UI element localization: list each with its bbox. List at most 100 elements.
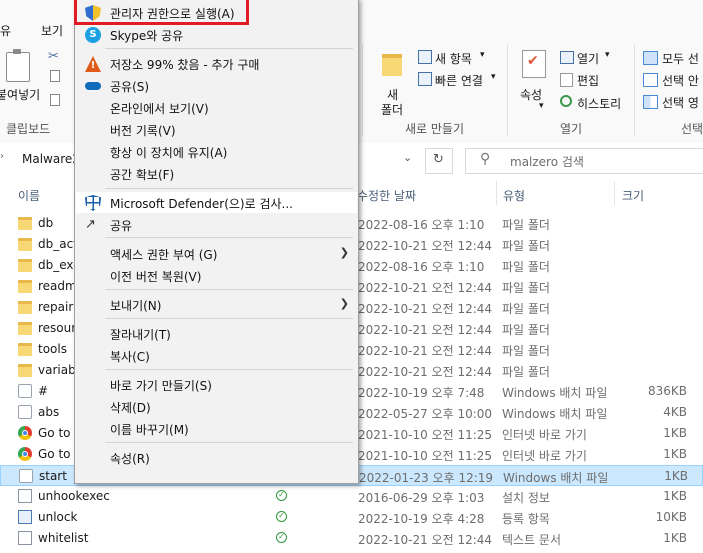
open-group-label: 열기 <box>560 122 583 136</box>
file-type: 파일 폴더 <box>502 365 550 379</box>
new-group-label: 새로 만들기 <box>405 122 465 136</box>
easy-access-button[interactable]: 빠른 연결 <box>435 72 483 89</box>
file-size: 4KB <box>663 405 687 419</box>
properties-icon[interactable]: ✔ <box>522 50 546 78</box>
refresh-icon: ↻ <box>433 152 444 167</box>
menu-item-send-to[interactable]: 보내기(N) ❯ <box>76 294 357 315</box>
invert-selection-button[interactable]: 선택 영 <box>662 94 699 111</box>
menu-label: 온라인에서 보기(V) <box>110 102 209 116</box>
file-row[interactable]: unhookexec ✓ 2016-06-29 오후 1:03 설치 정보 1KB <box>0 486 703 507</box>
edit-button[interactable]: 편집 <box>577 72 599 89</box>
easy-access-dropdown-icon[interactable]: ▾ <box>491 72 496 82</box>
file-date: 2022-10-21 오전 12:44 <box>358 239 493 253</box>
folder-icon <box>18 343 32 356</box>
menu-item-share[interactable]: ↗ 공유 <box>76 214 357 235</box>
column-divider[interactable] <box>614 181 615 205</box>
file-size: 836KB <box>647 384 687 398</box>
menu-item-onedrive-share[interactable]: 공유(S) <box>76 75 357 96</box>
new-item-dropdown-icon[interactable]: ▾ <box>480 50 485 60</box>
open-dropdown-icon[interactable]: ▾ <box>605 50 610 60</box>
menu-label: 공유(S) <box>110 80 150 94</box>
file-type: 등록 항목 <box>502 512 550 526</box>
new-folder-icon[interactable] <box>382 54 402 76</box>
menu-item-free-space[interactable]: 공간 확보(F) <box>76 163 357 184</box>
menu-item-properties[interactable]: 속성(R) <box>76 447 357 468</box>
breadcrumb[interactable]: Malware2 <box>22 152 80 166</box>
history-button[interactable]: 히스토리 <box>577 95 621 112</box>
file-name: start <box>39 469 67 483</box>
column-header-size[interactable]: 크기 <box>622 187 644 204</box>
breadcrumb-chevron-icon[interactable]: › <box>0 151 4 162</box>
file-date: 2022-10-19 오후 4:28 <box>358 512 485 526</box>
search-box[interactable]: ⚲ malzero 검색 <box>465 148 703 174</box>
file-name: db_act <box>38 237 78 251</box>
menu-label: 삭제(D) <box>110 401 151 415</box>
menu-item-defender-scan[interactable]: Microsoft Defender(으)로 검사... <box>76 192 357 213</box>
menu-item-keep-on-device[interactable]: 항상 이 장치에 유지(A) <box>76 141 357 162</box>
file-size: 1KB <box>663 489 687 503</box>
menu-separator <box>105 318 353 319</box>
doc-icon <box>18 489 32 503</box>
reg-icon <box>18 510 32 524</box>
paste-button[interactable]: 붙여넣기 <box>0 86 40 103</box>
select-group-label: 선택 <box>681 122 703 136</box>
address-history-dropdown-icon[interactable]: ⌄ <box>403 151 412 164</box>
open-button[interactable]: 열기 <box>577 50 599 67</box>
ribbon-divider <box>634 44 635 136</box>
menu-item-skype-share[interactable]: S Skype와 공유 <box>76 24 357 45</box>
copy-icon[interactable] <box>50 70 60 82</box>
ribbon-tab-view[interactable]: 보기 <box>41 22 63 39</box>
menu-item-delete[interactable]: 삭제(D) <box>76 396 357 417</box>
menu-item-cut[interactable]: 잘라내기(T) <box>76 323 357 344</box>
menu-label: 공간 확보(F) <box>110 168 175 182</box>
menu-item-create-shortcut[interactable]: 바로 가기 만들기(S) <box>76 374 357 395</box>
select-all-button[interactable]: 모두 선 <box>662 50 699 67</box>
cut-icon[interactable]: ✂ <box>48 49 59 64</box>
menu-separator <box>105 48 353 49</box>
file-date: 2021-10-10 오전 11:25 <box>358 449 493 463</box>
file-size: 1KB <box>664 469 688 483</box>
copy-path-icon[interactable] <box>50 94 60 106</box>
menu-item-view-online[interactable]: 온라인에서 보기(V) <box>76 97 357 118</box>
menu-label: Skype와 공유 <box>110 29 184 43</box>
menu-item-storage-full[interactable]: ! 저장소 99% 찼음 - 추가 구매 <box>76 53 357 74</box>
file-name: db <box>38 216 54 230</box>
ribbon-divider <box>507 44 508 136</box>
file-row[interactable]: whitelist ✓ 2022-10-21 오전 12:44 텍스트 문서 1KB <box>0 528 703 549</box>
file-type: 파일 폴더 <box>502 344 550 358</box>
ribbon-tab-share[interactable]: 유 <box>0 22 11 39</box>
column-header-date[interactable]: 수정한 날짜 <box>357 187 416 204</box>
sync-status-icon: ✓ <box>276 532 287 543</box>
refresh-button[interactable]: ↻ <box>425 148 453 174</box>
column-header-name[interactable]: 이름 <box>18 187 40 204</box>
file-name: repair <box>38 300 74 314</box>
menu-item-rename[interactable]: 이름 바꾸기(M) <box>76 418 357 439</box>
batch-icon <box>18 384 32 398</box>
menu-separator <box>105 237 353 238</box>
new-item-icon <box>418 50 432 64</box>
file-size: 1KB <box>663 531 687 545</box>
paste-icon[interactable] <box>6 49 30 82</box>
file-row[interactable]: unlock ✓ 2022-10-19 오후 4:28 등록 항목 10KB <box>0 507 703 528</box>
menu-item-copy[interactable]: 복사(C) <box>76 345 357 366</box>
file-type: 설치 정보 <box>502 491 550 505</box>
new-folder-label-2[interactable]: 폴더 <box>381 101 403 118</box>
properties-dropdown-icon[interactable]: ▾ <box>539 101 544 111</box>
column-divider[interactable] <box>496 181 497 205</box>
file-size: 1KB <box>663 426 687 440</box>
column-header-type[interactable]: 유형 <box>503 187 525 204</box>
file-date: 2016-06-29 오후 1:03 <box>358 491 485 505</box>
search-input[interactable]: malzero 검색 <box>510 153 584 170</box>
menu-label: 항상 이 장치에 유지(A) <box>110 146 228 160</box>
invert-selection-icon <box>643 95 658 109</box>
file-name: # <box>38 384 49 398</box>
open-icon <box>560 51 574 64</box>
menu-item-version-history[interactable]: 버전 기록(V) <box>76 119 357 140</box>
file-size: 1KB <box>663 447 687 461</box>
url-icon <box>18 426 32 440</box>
new-item-button[interactable]: 새 항목 <box>435 50 472 67</box>
menu-item-give-access[interactable]: 액세스 권한 부여 (G) ❯ <box>76 243 357 264</box>
folder-icon <box>18 280 32 293</box>
menu-item-restore-versions[interactable]: 이전 버전 복원(V) <box>76 265 357 286</box>
select-none-button[interactable]: 선택 안 <box>662 72 699 89</box>
